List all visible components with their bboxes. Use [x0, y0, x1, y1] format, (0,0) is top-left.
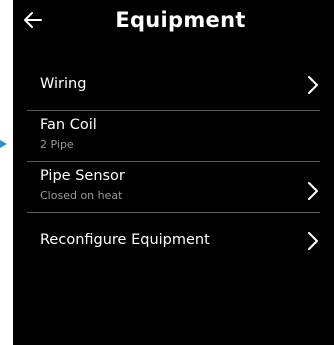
reconfigure-equipment-label: Reconfigure Equipment	[40, 232, 210, 248]
chevron-right-icon	[308, 182, 318, 200]
wiring-row[interactable]: Wiring	[13, 60, 334, 110]
chevron-right-icon	[308, 232, 318, 250]
wiring-label: Wiring	[40, 76, 87, 92]
fan-coil-value: 2 Pipe	[40, 138, 74, 151]
page-title: Equipment	[115, 8, 246, 32]
pipe-sensor-label: Pipe Sensor	[40, 168, 125, 184]
equipment-screen: Equipment Wiring Fan Coil 2 Pipe Pipe Se…	[13, 0, 334, 345]
fan-coil-label: Fan Coil	[40, 117, 97, 133]
fan-coil-row: Fan Coil 2 Pipe	[13, 111, 334, 161]
header: Equipment	[13, 0, 334, 44]
reconfigure-equipment-row[interactable]: Reconfigure Equipment	[13, 216, 334, 266]
pipe-sensor-row[interactable]: Pipe Sensor Closed on heat	[13, 162, 334, 212]
pipe-sensor-value: Closed on heat	[40, 189, 123, 202]
chevron-right-icon	[308, 76, 318, 94]
divider	[27, 212, 320, 213]
selection-indicator-icon	[0, 140, 7, 148]
